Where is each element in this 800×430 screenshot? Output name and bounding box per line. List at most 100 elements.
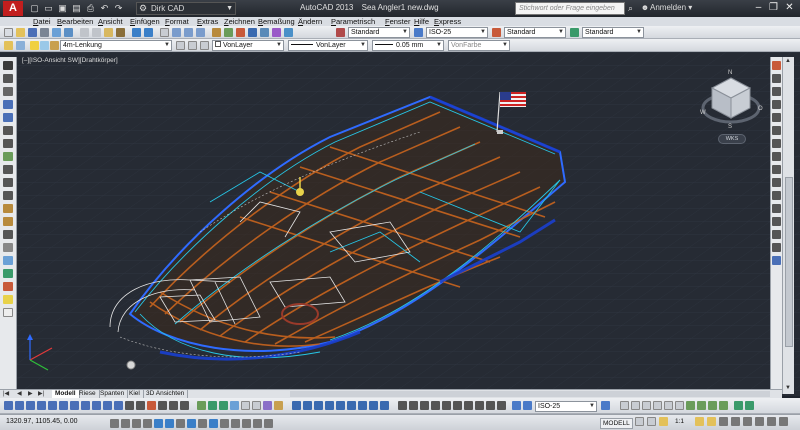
annotation-monitor-icon[interactable] [264,419,273,428]
color-select[interactable]: VonLayer ▼ [212,40,284,51]
trim-icon[interactable] [772,178,781,187]
menu-aendern[interactable]: Ändern [298,17,322,26]
scale-icon[interactable] [772,152,781,161]
inspection-icon[interactable] [169,401,178,410]
compass-o[interactable]: O [758,106,763,112]
jogged-dim-icon[interactable] [59,401,68,410]
linetype-select[interactable]: VonLayer ▼ [288,40,368,51]
paste-icon[interactable] [104,28,113,37]
sweep-icon[interactable] [420,401,429,410]
explode-icon[interactable] [772,256,781,265]
menu-ansicht[interactable]: Ansicht [98,17,123,26]
offset-icon[interactable] [772,100,781,109]
table-style-icon[interactable] [492,28,501,37]
minimize-button[interactable]: – [752,1,765,15]
dim-edit-icon[interactable] [523,401,532,410]
dim-style-select-bottom[interactable]: ISO-25 ▼ [535,401,597,412]
quick-dim-icon[interactable] [92,401,101,410]
shade-icon[interactable] [241,401,250,410]
dim-style-icon[interactable] [414,28,423,37]
menu-zeichnen[interactable]: Zeichnen [224,17,255,26]
polyline-icon[interactable] [3,87,13,96]
open-icon[interactable] [16,28,25,37]
insert-block-icon[interactable] [3,204,13,213]
hardware-acceleration-icon[interactable] [743,417,752,426]
menu-datei[interactable]: Datei [33,17,51,26]
ellipse-arc-icon[interactable] [3,191,13,200]
compass-w[interactable]: W [700,110,706,116]
view-ne-iso-icon[interactable] [708,401,717,410]
search-icon[interactable]: ⌕ [628,3,633,14]
maximize-button[interactable]: ❐ [767,1,780,15]
view-back-icon[interactable] [675,401,684,410]
search-input[interactable]: Stichwort oder Frage eingeben [515,2,625,15]
compass-s[interactable]: S [728,124,732,130]
visual-style-icon[interactable] [252,401,261,410]
save-as-icon[interactable]: ▤ [70,2,83,14]
layer-previous-icon[interactable] [188,41,197,50]
quickcalc-icon[interactable] [272,28,281,37]
ortho-mode-icon[interactable] [143,419,152,428]
lineweight-select[interactable]: 0.05 mm ▼ [372,40,444,51]
view-front-icon[interactable] [664,401,673,410]
lineweight-icon[interactable] [220,419,229,428]
continue-dim-icon[interactable] [114,401,123,410]
redo-icon[interactable] [144,28,153,37]
mleader-style-icon[interactable] [570,28,579,37]
layer-select[interactable]: 4m-Lenkung ▼ [60,40,172,51]
annotation-scale-icon[interactable] [659,417,668,426]
dim-style-manager-icon[interactable] [601,401,610,410]
ucs-origin-icon[interactable] [347,401,356,410]
open-file-icon[interactable]: ▭ [42,2,55,14]
construction-line-icon[interactable] [3,74,13,83]
hatch-icon[interactable] [3,243,13,252]
annotation-visibility-icon[interactable] [695,417,704,426]
make-current-icon[interactable] [176,41,185,50]
scroll-up-icon[interactable]: ▲ [785,58,791,64]
angular-dim-icon[interactable] [81,401,90,410]
menu-hilfe[interactable]: Hilfe [414,17,429,26]
stretch-icon[interactable] [772,165,781,174]
mleader-style-select[interactable]: Standard ▼ [582,27,644,38]
grid-display-icon[interactable] [132,419,141,428]
print-icon[interactable]: ⎙ [84,2,97,14]
menu-parametrisch[interactable]: Parametrisch [331,17,375,26]
view-right-icon[interactable] [653,401,662,410]
fillet-icon[interactable] [772,243,781,252]
help-icon[interactable] [284,28,293,37]
view-top-icon[interactable] [620,401,629,410]
gradient-icon[interactable] [3,256,13,265]
workspace-switching-icon[interactable] [719,417,728,426]
dim-style-select[interactable]: ISO-25 ▼ [426,27,488,38]
view-nw-iso-icon[interactable] [719,401,728,410]
text-style-select[interactable]: Standard ▼ [348,27,410,38]
point-icon[interactable] [3,230,13,239]
slice-icon[interactable] [475,401,484,410]
infer-constraints-icon[interactable] [110,419,119,428]
ucs-x-icon[interactable] [380,401,389,410]
menu-extras[interactable]: Extras [197,17,218,26]
menu-fenster[interactable]: Fenster [385,17,410,26]
properties-icon[interactable] [212,28,221,37]
publish-icon[interactable] [64,28,73,37]
save-icon[interactable] [28,28,37,37]
new-file-icon[interactable]: ▢ [28,2,41,14]
undo-icon[interactable] [132,28,141,37]
zoom-realtime-icon[interactable] [172,28,181,37]
design-center-icon[interactable] [224,28,233,37]
viewcube[interactable]: N O S W WKS [700,70,763,150]
copy-object-icon[interactable] [772,74,781,83]
cut-icon[interactable] [80,28,89,37]
dim-space-icon[interactable] [125,401,134,410]
jogged-linear-icon[interactable] [180,401,189,410]
move-icon[interactable] [772,126,781,135]
sun-icon[interactable] [40,41,49,50]
ucs-view-icon[interactable] [336,401,345,410]
section-icon[interactable] [486,401,495,410]
workspace-select[interactable]: ⚙ Dirk CAD ▼ [136,2,236,15]
save-icon[interactable]: ▣ [56,2,69,14]
dynamic-input-icon[interactable] [209,419,218,428]
ordinate-dim-icon[interactable] [37,401,46,410]
auto-scale-icon[interactable] [707,417,716,426]
new-icon[interactable] [4,28,13,37]
